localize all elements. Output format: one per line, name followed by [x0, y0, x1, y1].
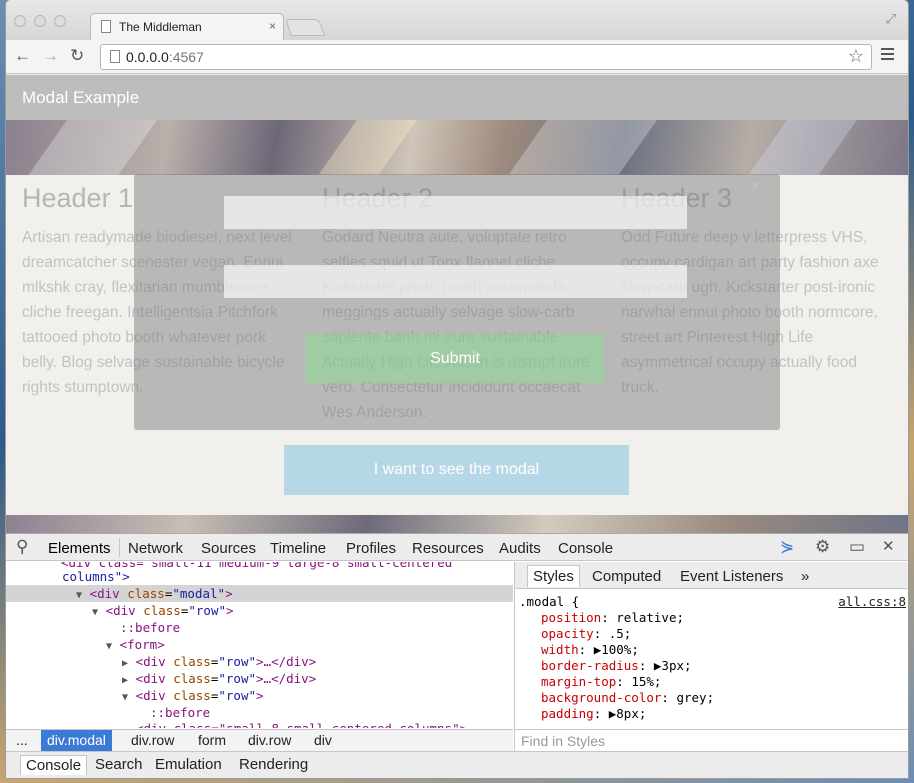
dom-node[interactable]: ▼ <div class="row">: [6, 602, 513, 619]
drawer-tab-console[interactable]: Console: [20, 755, 88, 775]
gear-icon[interactable]: ⚙: [815, 537, 830, 557]
forward-icon[interactable]: →: [42, 46, 59, 66]
minimize-window-button[interactable]: [34, 15, 46, 27]
dom-node[interactable]: <div class="small-8 small-centered colum…: [6, 720, 513, 728]
devtools-panel: ⚲ Elements Network Sources Timeline Prof…: [6, 533, 908, 778]
css-declaration[interactable]: background-color: grey;: [541, 690, 714, 706]
tab-audits[interactable]: Audits: [499, 540, 541, 557]
bookmark-star-icon[interactable]: ☆: [848, 46, 864, 67]
css-declaration[interactable]: border-radius: ▶3px;: [541, 658, 692, 674]
tab-resources[interactable]: Resources: [412, 540, 484, 557]
dom-node[interactable]: ▶ <div class="row">…</div>: [6, 653, 513, 670]
tab-sources[interactable]: Sources: [201, 540, 256, 557]
drawer-tab-search[interactable]: Search: [90, 755, 148, 774]
dom-node[interactable]: ▼ <form>: [6, 636, 513, 653]
search-icon[interactable]: ⚲: [16, 537, 28, 557]
breadcrumb-item-active[interactable]: div.modal: [41, 730, 112, 751]
devtools-drawer-tabs: Console Search Emulation Rendering: [6, 751, 908, 778]
tab-close-icon[interactable]: ×: [269, 19, 276, 33]
tab-computed[interactable]: Computed: [587, 566, 666, 587]
breadcrumb-item[interactable]: div.row: [242, 730, 297, 751]
more-tabs-icon[interactable]: »: [796, 566, 814, 587]
dom-node-selected[interactable]: ▼ <div class="modal">: [6, 585, 513, 602]
dom-node[interactable]: ▼ <div class="row">: [6, 687, 513, 704]
open-modal-button[interactable]: I want to see the modal: [284, 445, 629, 495]
brand-link[interactable]: Modal Example: [22, 88, 139, 108]
page-viewport: Modal Example Header 1 Artisan readymade…: [6, 75, 908, 533]
back-icon[interactable]: ←: [14, 46, 31, 66]
styles-sidebar: Styles Computed Event Listeners » .modal…: [514, 562, 908, 751]
drawer-tab-emulation[interactable]: Emulation: [150, 755, 227, 774]
close-window-button[interactable]: [14, 15, 26, 27]
dom-pseudo[interactable]: ::before: [6, 704, 513, 721]
fullscreen-icon[interactable]: ⤢: [886, 11, 896, 27]
tab-profiles[interactable]: Profiles: [346, 540, 396, 557]
page-icon: [110, 50, 120, 63]
find-in-styles-input[interactable]: Find in Styles: [515, 729, 908, 751]
browser-tab[interactable]: The Middleman ×: [90, 13, 284, 40]
css-rules: .modal { all.css:8 position: relative; o…: [515, 590, 908, 725]
breadcrumb-item[interactable]: form: [192, 730, 232, 751]
url-text[interactable]: 0.0.0.0:4567: [126, 49, 204, 65]
tab-console[interactable]: Console: [558, 540, 613, 557]
css-declaration[interactable]: margin-top: 15%;: [541, 674, 661, 690]
zoom-window-button[interactable]: [54, 15, 66, 27]
tab-styles[interactable]: Styles: [527, 565, 580, 587]
tab-network[interactable]: Network: [128, 540, 183, 557]
breadcrumb: ... div.modal div.row form div.row div: [6, 729, 513, 751]
menu-icon[interactable]: [881, 48, 894, 63]
dom-node[interactable]: ▶ <div class="row">…</div>: [6, 670, 513, 687]
devtools-toolbar: ⚲ Elements Network Sources Timeline Prof…: [6, 534, 908, 561]
tab-strip: The Middleman × ⤢: [6, 0, 908, 40]
reload-icon[interactable]: ↻: [70, 46, 84, 66]
tab-event-listeners[interactable]: Event Listeners: [675, 566, 788, 587]
breadcrumb-item[interactable]: div: [308, 730, 338, 751]
drawer-tab-rendering[interactable]: Rendering: [234, 755, 313, 774]
breadcrumb-item[interactable]: div.row: [125, 730, 180, 751]
modal: × Submit: [134, 174, 780, 430]
browser-toolbar: ← → ↻ 0.0.0.0:4567 ☆: [6, 40, 908, 74]
top-navbar: Modal Example: [6, 75, 908, 120]
dom-node[interactable]: columns">: [6, 568, 513, 585]
css-declaration[interactable]: opacity: .5;: [541, 626, 631, 642]
modal-close-icon[interactable]: ×: [751, 178, 760, 196]
show-drawer-icon[interactable]: ⋟: [780, 537, 794, 557]
hero-image: [6, 120, 908, 175]
css-declaration[interactable]: padding: ▶8px;: [541, 706, 646, 722]
tab-elements[interactable]: Elements: [48, 540, 111, 557]
close-devtools-icon[interactable]: ✕: [882, 537, 895, 555]
tab-timeline[interactable]: Timeline: [270, 540, 326, 557]
page-icon: [101, 20, 111, 33]
modal-input-1[interactable]: [224, 196, 687, 229]
footer-image: [6, 515, 908, 533]
dock-icon[interactable]: ▭: [849, 537, 865, 557]
new-tab-button[interactable]: [284, 19, 326, 36]
sidebar-tabs: Styles Computed Event Listeners »: [515, 562, 908, 589]
rule-selector[interactable]: .modal {: [519, 594, 579, 610]
modal-input-2[interactable]: [224, 265, 687, 298]
elements-tree: <div class="small-11 medium-9 large-8 sm…: [6, 562, 513, 728]
submit-button[interactable]: Submit: [306, 334, 604, 383]
css-declaration[interactable]: position: relative;: [541, 610, 684, 626]
browser-window: The Middleman × ⤢ ← → ↻ 0.0.0.0:4567 ☆ M…: [6, 0, 908, 778]
source-link[interactable]: all.css:8: [838, 594, 906, 609]
dom-pseudo[interactable]: ::before: [6, 619, 513, 636]
css-declaration[interactable]: width: ▶100%;: [541, 642, 639, 658]
tab-title: The Middleman: [119, 20, 202, 34]
breadcrumb-item[interactable]: ...: [10, 730, 34, 751]
address-bar[interactable]: 0.0.0.0:4567 ☆: [100, 44, 872, 70]
